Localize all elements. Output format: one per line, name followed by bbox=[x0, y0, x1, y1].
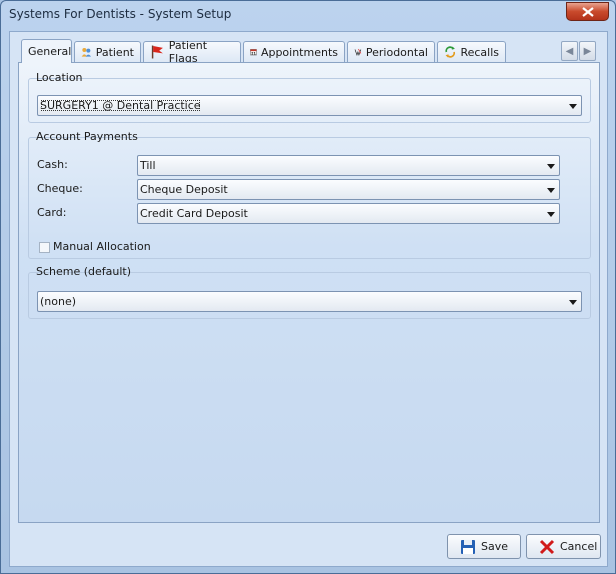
periodontal-icon bbox=[354, 48, 362, 57]
location-group-label: Location bbox=[36, 71, 83, 84]
system-setup-window: Systems For Dentists - System Setup Gene… bbox=[0, 0, 616, 574]
tab-patient[interactable]: Patient bbox=[74, 41, 141, 62]
tab-scroll-buttons: ◀ ▶ bbox=[561, 41, 596, 61]
chevron-down-icon bbox=[569, 300, 577, 305]
save-button-label: Save bbox=[481, 540, 509, 553]
calendar-icon: 21 bbox=[250, 49, 257, 56]
tab-general-label: General bbox=[28, 45, 72, 58]
tab-recalls-label: Recalls bbox=[460, 45, 499, 59]
tab-periodontal-label: Periodontal bbox=[365, 45, 428, 59]
cash-select-value: Till bbox=[140, 159, 156, 172]
manual-allocation-label[interactable]: Manual Allocation bbox=[53, 240, 151, 253]
cheque-label: Cheque: bbox=[37, 182, 83, 195]
tab-appointments-label: Appointments bbox=[260, 45, 338, 59]
scheme-select-value: (none) bbox=[40, 295, 77, 308]
patient-icon bbox=[81, 47, 92, 57]
title-bar[interactable]: Systems For Dentists - System Setup bbox=[1, 1, 615, 29]
calendar-icon-text: 21 bbox=[251, 52, 256, 56]
cheque-select-value: Cheque Deposit bbox=[140, 183, 228, 196]
account-payments-group: Account Payments Cash: Till Cheque: Cheq… bbox=[28, 130, 591, 259]
cancel-button[interactable]: Cancel bbox=[526, 534, 601, 559]
general-tab-page: Location SURGERY1 @ Dental Practice Acco… bbox=[18, 62, 600, 523]
scheme-select[interactable]: (none) bbox=[37, 291, 582, 312]
tab-patient-flags[interactable]: Patient Flags bbox=[143, 39, 241, 65]
cheque-select[interactable]: Cheque Deposit bbox=[137, 179, 560, 200]
chevron-right-icon: ▶ bbox=[583, 45, 592, 57]
window-title: Systems For Dentists - System Setup bbox=[9, 7, 232, 21]
location-select[interactable]: SURGERY1 @ Dental Practice bbox=[37, 95, 582, 116]
card-select-value: Credit Card Deposit bbox=[140, 207, 248, 220]
tab-periodontal[interactable]: Periodontal bbox=[347, 41, 435, 62]
tab-recalls[interactable]: Recalls bbox=[437, 41, 506, 62]
scheme-group: Scheme (default) (none) bbox=[28, 265, 591, 319]
tab-scroll-left-button[interactable]: ◀ bbox=[561, 41, 578, 61]
save-button[interactable]: Save bbox=[447, 534, 521, 559]
cancel-icon bbox=[539, 539, 555, 554]
location-select-value: SURGERY1 @ Dental Practice bbox=[40, 99, 201, 112]
chevron-down-icon bbox=[547, 188, 555, 193]
cash-label: Cash: bbox=[37, 158, 68, 171]
tab-strip: General Patient Patient Flags 21 Appoint… bbox=[14, 39, 604, 65]
scheme-group-label: Scheme (default) bbox=[36, 265, 132, 278]
chevron-down-icon bbox=[569, 104, 577, 109]
manual-allocation-checkbox[interactable] bbox=[39, 242, 50, 253]
cancel-button-label: Cancel bbox=[560, 540, 598, 553]
recall-icon bbox=[445, 46, 456, 58]
tab-patient-label: Patient bbox=[95, 45, 134, 59]
chevron-down-icon bbox=[547, 164, 555, 169]
card-select[interactable]: Credit Card Deposit bbox=[137, 203, 560, 224]
chevron-left-icon: ◀ bbox=[565, 45, 574, 57]
cash-select[interactable]: Till bbox=[137, 155, 560, 176]
tab-scroll-right-button[interactable]: ▶ bbox=[579, 41, 596, 61]
card-label: Card: bbox=[37, 206, 67, 219]
close-icon bbox=[582, 7, 594, 17]
location-group: Location SURGERY1 @ Dental Practice bbox=[28, 71, 591, 123]
save-icon bbox=[461, 539, 475, 554]
tab-general[interactable]: General bbox=[21, 39, 72, 63]
close-button[interactable] bbox=[566, 2, 609, 21]
account-payments-label: Account Payments bbox=[36, 130, 138, 143]
chevron-down-icon bbox=[547, 212, 555, 217]
tab-appointments[interactable]: 21 Appointments bbox=[243, 41, 345, 62]
flag-icon bbox=[151, 45, 163, 59]
